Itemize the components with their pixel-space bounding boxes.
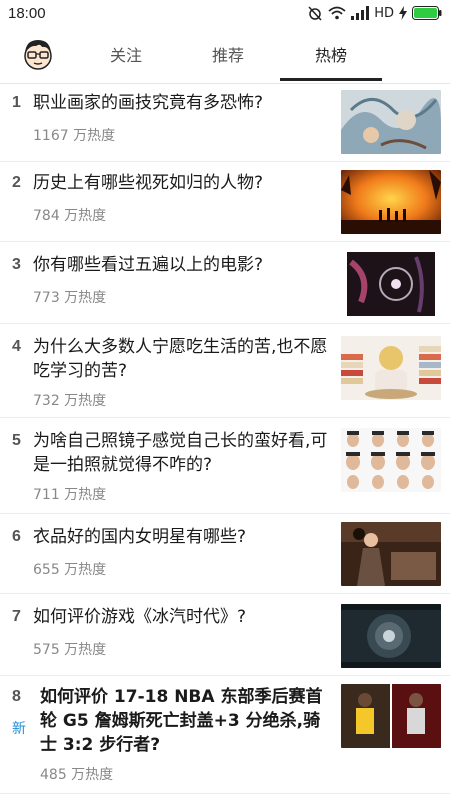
- status-bar: 18:00 HD: [0, 0, 450, 26]
- alarm-off-icon: [307, 5, 323, 21]
- item-heat: 575 万热度: [33, 642, 107, 658]
- avatar[interactable]: [18, 34, 58, 74]
- item-heat: 485 万热度: [40, 767, 114, 783]
- item-thumbnail[interactable]: [341, 252, 441, 316]
- item-title[interactable]: 如何评价 17-18 NBA 东部季后赛首轮 G5 詹姆斯死亡封盖+3 分绝杀,…: [40, 685, 333, 757]
- item-rank: 6: [12, 528, 21, 545]
- item-thumbnail[interactable]: [341, 522, 441, 586]
- item-rank: 7: [12, 608, 21, 625]
- item-thumbnail[interactable]: [341, 336, 441, 400]
- tab-recommended[interactable]: 推荐: [178, 26, 278, 82]
- item-title[interactable]: 衣品好的国内女明星有哪些?: [33, 525, 333, 549]
- item-rank: 4: [12, 338, 21, 355]
- status-icons: HD: [307, 5, 442, 21]
- item-heat: 784 万热度: [33, 208, 107, 224]
- top-navigation: 关注 推荐 热榜: [0, 26, 450, 82]
- item-heat: 1167 万热度: [33, 128, 116, 144]
- item-title[interactable]: 你有哪些看过五遍以上的电影?: [33, 253, 333, 277]
- list-item[interactable]: 4 为什么大多数人宁愿吃生活的苦,也不愿吃学习的苦? 732 万热度: [0, 324, 450, 418]
- network-type: HD: [374, 5, 394, 21]
- active-tab-indicator: [280, 78, 382, 81]
- item-title[interactable]: 历史上有哪些视死如归的人物?: [33, 171, 333, 195]
- item-rank: 3: [12, 256, 21, 273]
- item-thumbnail[interactable]: [341, 90, 441, 154]
- item-rank: 8: [12, 688, 21, 705]
- list-item[interactable]: 2 历史上有哪些视死如归的人物? 784 万热度: [0, 162, 450, 242]
- list-item[interactable]: 1 职业画家的画技究竟有多恐怖? 1167 万热度: [0, 84, 450, 162]
- status-time: 18:00: [8, 4, 46, 22]
- list-item[interactable]: 7 如何评价游戏《冰汽时代》? 575 万热度: [0, 594, 450, 676]
- list-item[interactable]: 6 衣品好的国内女明星有哪些? 655 万热度: [0, 514, 450, 594]
- wifi-icon: [328, 6, 346, 20]
- signal-icon: [351, 6, 370, 20]
- item-heat: 711 万热度: [33, 487, 107, 503]
- item-rank: 5: [12, 432, 21, 449]
- item-thumbnail[interactable]: [341, 170, 441, 234]
- list-item[interactable]: 5 为啥自己照镜子感觉自己长的蛮好看,可是一拍照就觉得不咋的? 711 万热度: [0, 418, 450, 514]
- new-badge: 新: [12, 721, 26, 737]
- charging-icon: [399, 6, 407, 20]
- item-title[interactable]: 如何评价游戏《冰汽时代》?: [33, 605, 333, 629]
- item-heat: 773 万热度: [33, 290, 107, 306]
- item-title[interactable]: 职业画家的画技究竟有多恐怖?: [33, 91, 333, 115]
- item-heat: 732 万热度: [33, 393, 107, 409]
- list-item[interactable]: 8 新 如何评价 17-18 NBA 东部季后赛首轮 G5 詹姆斯死亡封盖+3 …: [0, 676, 450, 794]
- tab-hot-list[interactable]: 热榜: [281, 26, 381, 82]
- item-thumbnail[interactable]: [341, 428, 441, 492]
- item-title[interactable]: 为啥自己照镜子感觉自己长的蛮好看,可是一拍照就觉得不咋的?: [33, 429, 333, 477]
- item-title[interactable]: 为什么大多数人宁愿吃生活的苦,也不愿吃学习的苦?: [33, 335, 333, 383]
- item-thumbnail[interactable]: [341, 604, 441, 668]
- item-heat: 655 万热度: [33, 562, 107, 578]
- list-item[interactable]: 3 你有哪些看过五遍以上的电影? 773 万热度: [0, 242, 450, 324]
- tab-following[interactable]: 关注: [76, 26, 176, 82]
- item-rank: 2: [12, 174, 21, 191]
- item-rank: 1: [12, 94, 21, 111]
- item-thumbnail[interactable]: [341, 684, 441, 748]
- battery-icon: [412, 6, 442, 20]
